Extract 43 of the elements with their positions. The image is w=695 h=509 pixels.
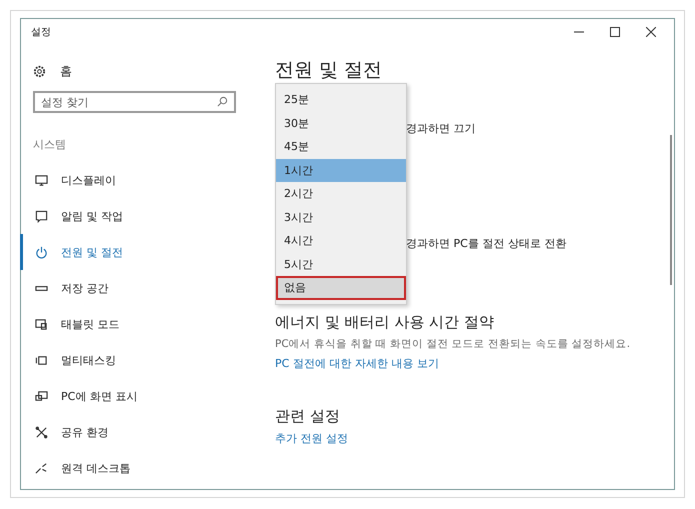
maximize-icon[interactable] xyxy=(610,27,620,37)
dropdown-option[interactable]: 2시간 xyxy=(276,182,406,206)
power-icon xyxy=(35,246,48,258)
setting-label: 경과하면 PC를 절전 상태로 전환 xyxy=(406,236,568,251)
dropdown-option[interactable]: 30분 xyxy=(276,112,406,135)
sidebar-item[interactable]: PC에 화면 표시 xyxy=(20,378,259,414)
search-field[interactable]: 설정 찾기 xyxy=(33,91,236,113)
sidebar-item[interactable]: 전원 및 절전 xyxy=(20,234,259,270)
dropdown-option[interactable]: 3시간 xyxy=(276,206,406,229)
dropdown-option[interactable]: 45분 xyxy=(276,135,406,158)
sidebar-item[interactable]: 공유 환경 xyxy=(20,414,259,450)
settings-link[interactable]: PC 절전에 대한 자세한 내용 보기 xyxy=(275,356,674,371)
sidebar-item[interactable]: 저장 공간 xyxy=(20,270,259,306)
monitor-icon xyxy=(35,174,48,186)
close-icon[interactable] xyxy=(646,27,656,37)
window-title: 설정 xyxy=(31,26,51,39)
dropdown-option[interactable]: 1시간 xyxy=(276,158,406,182)
dropdown-option[interactable]: 4시간 xyxy=(276,229,406,252)
scrollbar[interactable] xyxy=(670,135,672,285)
gear-icon[interactable] xyxy=(33,64,46,78)
setting-label: 경과하면 끄기 xyxy=(406,121,476,136)
screens-icon xyxy=(35,390,48,402)
speech-bubble-icon xyxy=(35,210,48,222)
dropdown-option[interactable]: 없음 xyxy=(276,276,406,300)
dropdown-option[interactable]: 5시간 xyxy=(276,252,406,276)
lines-icon xyxy=(35,462,48,474)
sidebar-item[interactable]: 디스플레이 xyxy=(20,162,259,198)
settings-link[interactable]: 추가 전원 설정 xyxy=(275,431,674,446)
sidebar-item[interactable]: 멀티태스킹 xyxy=(20,342,259,378)
sidebar-item[interactable]: 원격 데스크톱 xyxy=(20,450,259,486)
section-description: PC에서 휴식을 취할 때 화면이 절전 모드로 전환되는 속도를 설정하세요. xyxy=(275,337,632,351)
section-heading: 에너지 및 배터리 사용 시간 절약 xyxy=(275,313,495,332)
cross-icon xyxy=(35,426,48,438)
section-label: 시스템 xyxy=(33,137,67,152)
dropdown-option[interactable]: 25분 xyxy=(276,88,406,112)
window-icon xyxy=(35,354,48,366)
search-icon xyxy=(217,96,228,107)
sidebar-item[interactable]: 태블릿 모드 xyxy=(20,306,259,342)
page-title: 전원 및 절전 xyxy=(275,58,384,83)
tablet-icon xyxy=(35,318,48,330)
section-heading: 관련 설정 xyxy=(275,407,341,426)
home-link[interactable]: 홈 xyxy=(60,62,72,80)
sidebar-item[interactable]: 알림 및 작업 xyxy=(20,198,259,234)
